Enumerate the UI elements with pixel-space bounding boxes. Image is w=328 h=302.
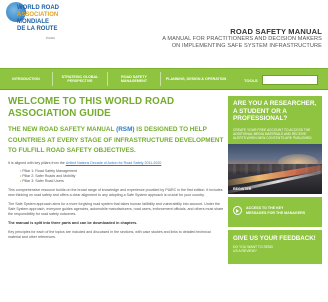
arrow-right-icon — [233, 206, 242, 215]
pillars-list: Pillar 1: Road Safety Management Pillar … — [20, 169, 224, 184]
register-description: CREATE YOUR FREE ACCOUNT TO ACCESS THE A… — [233, 128, 313, 141]
aligned-text: It is aligned with key pillars from the — [8, 160, 66, 165]
highway-night-image: REGISTER — [228, 144, 322, 194]
logo-text: DE LA ROUTE — [17, 26, 58, 32]
register-link[interactable]: REGISTER — [233, 187, 251, 191]
intro-text-part: THE NEW ROAD SAFETY MANUAL — [8, 126, 117, 133]
register-heading-line: PROFESSIONAL? — [233, 115, 288, 122]
site-subtitle: A MANUAL FOR PRACTITIONERS AND DECISION … — [162, 36, 322, 42]
register-panel[interactable]: ARE YOU A RESEARCHER, A STUDENT OR A PRO… — [228, 96, 322, 194]
body-paragraph: Key principles for each of the topics ar… — [8, 229, 211, 239]
main-nav: INTRODUCTION STRATEGIC GLOBAL PERSPECTIV… — [0, 68, 328, 90]
piarc-logo[interactable]: WORLD ROAD ASSOCIATION MONDIALE DE LA RO… — [6, 2, 72, 42]
feedback-title: GIVE US YOUR FEEDBACK! — [233, 235, 316, 242]
logo-text: ASSOCIATION — [17, 12, 59, 18]
main-content: WELCOME TO THIS WORLD ROAD ASSOCIATION G… — [8, 96, 224, 240]
key-messages-panel[interactable]: ACCESS TO THE KEY MESSAGES FOR THE MANAG… — [228, 197, 322, 227]
tools-area: TOOLS — [244, 69, 318, 91]
nav-item-road-safety-management[interactable]: ROAD SAFETY MANAGEMENT — [108, 75, 160, 84]
feedback-line: US A REVIEW? — [233, 249, 257, 254]
aligned-paragraph: It is aligned with key pillars from the … — [8, 161, 224, 166]
feedback-text: DO YOU WANT TO SEND US A REVIEW? — [233, 245, 273, 254]
register-heading: ARE YOU A RESEARCHER, A STUDENT OR A PRO… — [233, 100, 316, 123]
un-decade-link[interactable]: United Nations Decade of Action for Road… — [66, 161, 162, 165]
list-item: Pillar 3: Safer Road Users — [20, 179, 224, 184]
site-title: ROAD SAFETY MANUAL — [230, 27, 322, 36]
key-messages-line: MESSAGES FOR THE MANAGERS — [246, 210, 306, 215]
logo-text: WORLD ROAD — [17, 5, 59, 11]
register-heading-line: A STUDENT OR A — [233, 107, 287, 115]
feedback-panel[interactable]: GIVE US YOUR FEEDBACK! DO YOU WANT TO SE… — [228, 230, 322, 264]
key-messages-link[interactable]: ACCESS TO THE KEY MESSAGES FOR THE MANAG… — [246, 206, 305, 216]
page-title: WELCOME TO THIS WORLD ROAD ASSOCIATION G… — [8, 96, 175, 119]
site-header: WORLD ROAD ASSOCIATION MONDIALE DE LA RO… — [0, 0, 328, 66]
rsm-abbreviation: (RSM) — [116, 126, 135, 133]
site-subtitle: ON IMPLEMENTING SAFE SYSTEM INFRASTRUCTU… — [171, 43, 322, 49]
register-heading-line: ARE YOU A RESEARCHER, — [233, 100, 317, 107]
site-title-block: ROAD SAFETY MANUAL A MANUAL FOR PRACTITI… — [162, 27, 322, 50]
body-paragraph: This comprehensive resource builds on th… — [8, 187, 223, 197]
logo-text: MONDIALE — [17, 19, 49, 25]
intro-text: THE NEW ROAD SAFETY MANUAL (RSM) IS DESI… — [8, 125, 224, 157]
manual-note: The manual is split into three parts and… — [8, 220, 138, 225]
nav-item-strategic-global-perspective[interactable]: STRATEGIC GLOBAL PERSPECTIVE — [53, 75, 107, 84]
nav-item-introduction[interactable]: INTRODUCTION — [0, 77, 52, 82]
tools-label[interactable]: TOOLS — [244, 78, 258, 83]
sidebar: ARE YOU A RESEARCHER, A STUDENT OR A PRO… — [228, 96, 322, 264]
nav-item-planning-design-operation[interactable]: PLANNING, DESIGN & OPERATION — [161, 77, 231, 82]
search-input[interactable] — [261, 75, 318, 85]
logo-text: PIARC — [46, 36, 56, 40]
body-paragraph: The Safe System approach aims for a more… — [8, 201, 224, 216]
